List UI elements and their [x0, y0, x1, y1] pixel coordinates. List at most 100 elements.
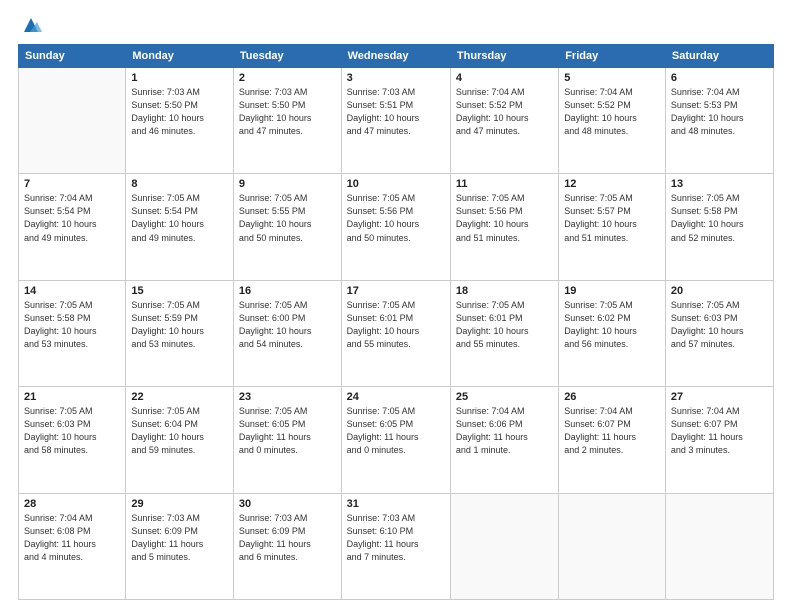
calendar-cell: 18 Sunrise: 7:05 AM Sunset: 6:01 PM Dayli… — [450, 280, 558, 386]
day-info: Sunrise: 7:05 AM Sunset: 5:54 PM Dayligh… — [131, 192, 228, 244]
day-number: 31 — [347, 498, 445, 510]
day-info: Sunrise: 7:05 AM Sunset: 6:03 PM Dayligh… — [24, 405, 120, 457]
day-number: 13 — [671, 178, 768, 190]
day-number: 1 — [131, 72, 228, 84]
day-number: 15 — [131, 285, 228, 297]
day-info: Sunrise: 7:05 AM Sunset: 5:58 PM Dayligh… — [24, 299, 120, 351]
calendar-cell: 23Sunrise: 7:05 AM Sunset: 6:05 PM Dayli… — [233, 387, 341, 493]
day-info: Sunrise: 7:03 AM Sunset: 6:09 PM Dayligh… — [239, 512, 336, 564]
header — [18, 18, 774, 36]
day-number: 28 — [24, 498, 120, 510]
calendar-week-row: 28 Sunrise: 7:04 AM Sunset: 6:08 PM Dayli… — [19, 493, 774, 599]
day-of-week-header: Tuesday — [233, 45, 341, 68]
calendar-cell: 6Sunrise: 7:04 AM Sunset: 5:53 PM Daylig… — [665, 68, 773, 174]
calendar-cell: 29Sunrise: 7:03 AM Sunset: 6:09 PM Dayli… — [126, 493, 234, 599]
day-number: 25 — [456, 391, 553, 403]
day-number: 27 — [671, 391, 768, 403]
calendar-cell: 12Sunrise: 7:05 AM Sunset: 5:57 PM Dayli… — [559, 174, 666, 280]
day-info: Sunrise: 7:05 AM Sunset: 5:56 PM Dayligh… — [456, 192, 553, 244]
day-info: Sunrise: 7:04 AM Sunset: 6:08 PM Dayligh… — [24, 512, 120, 564]
calendar-cell: 26Sunrise: 7:04 AM Sunset: 6:07 PM Dayli… — [559, 387, 666, 493]
calendar-cell: 10 Sunrise: 7:05 AM Sunset: 5:56 PM Dayli… — [341, 174, 450, 280]
calendar-cell: 14 Sunrise: 7:05 AM Sunset: 5:58 PM Dayli… — [19, 280, 126, 386]
day-info: Sunrise: 7:04 AM Sunset: 6:07 PM Dayligh… — [671, 405, 768, 457]
calendar-cell: 9 Sunrise: 7:05 AM Sunset: 5:55 PM Daylig… — [233, 174, 341, 280]
day-info: Sunrise: 7:03 AM Sunset: 5:51 PM Dayligh… — [347, 86, 445, 138]
day-number: 18 — [456, 285, 553, 297]
day-info: Sunrise: 7:03 AM Sunset: 6:09 PM Dayligh… — [131, 512, 228, 564]
day-info: Sunrise: 7:04 AM Sunset: 5:52 PM Dayligh… — [564, 86, 660, 138]
day-number: 8 — [131, 178, 228, 190]
day-number: 30 — [239, 498, 336, 510]
day-number: 24 — [347, 391, 445, 403]
day-info: Sunrise: 7:05 AM Sunset: 6:03 PM Dayligh… — [671, 299, 768, 351]
day-info: Sunrise: 7:05 AM Sunset: 5:55 PM Dayligh… — [239, 192, 336, 244]
day-info: Sunrise: 7:03 AM Sunset: 5:50 PM Dayligh… — [131, 86, 228, 138]
day-info: Sunrise: 7:05 AM Sunset: 6:01 PM Dayligh… — [456, 299, 553, 351]
calendar-cell: 17 Sunrise: 7:05 AM Sunset: 6:01 PM Dayli… — [341, 280, 450, 386]
day-number: 26 — [564, 391, 660, 403]
calendar-cell: 11Sunrise: 7:05 AM Sunset: 5:56 PM Dayli… — [450, 174, 558, 280]
calendar-table: SundayMondayTuesdayWednesdayThursdayFrid… — [18, 44, 774, 600]
calendar-week-row: 1 Sunrise: 7:03 AM Sunset: 5:50 PM Daylig… — [19, 68, 774, 174]
day-number: 21 — [24, 391, 120, 403]
day-info: Sunrise: 7:05 AM Sunset: 5:57 PM Dayligh… — [564, 192, 660, 244]
calendar-week-row: 14 Sunrise: 7:05 AM Sunset: 5:58 PM Dayli… — [19, 280, 774, 386]
day-info: Sunrise: 7:05 AM Sunset: 6:05 PM Dayligh… — [347, 405, 445, 457]
calendar-cell: 1 Sunrise: 7:03 AM Sunset: 5:50 PM Daylig… — [126, 68, 234, 174]
day-number: 19 — [564, 285, 660, 297]
calendar-cell: 15 Sunrise: 7:05 AM Sunset: 5:59 PM Dayli… — [126, 280, 234, 386]
calendar-cell: 16Sunrise: 7:05 AM Sunset: 6:00 PM Dayli… — [233, 280, 341, 386]
day-of-week-header: Sunday — [19, 45, 126, 68]
calendar-body: 1 Sunrise: 7:03 AM Sunset: 5:50 PM Daylig… — [19, 68, 774, 600]
calendar-cell: 22Sunrise: 7:05 AM Sunset: 6:04 PM Dayli… — [126, 387, 234, 493]
day-number: 16 — [239, 285, 336, 297]
calendar-cell — [19, 68, 126, 174]
calendar-cell: 4 Sunrise: 7:04 AM Sunset: 5:52 PM Daylig… — [450, 68, 558, 174]
calendar-header: SundayMondayTuesdayWednesdayThursdayFrid… — [19, 45, 774, 68]
calendar-cell: 13 Sunrise: 7:05 AM Sunset: 5:58 PM Dayli… — [665, 174, 773, 280]
day-info: Sunrise: 7:05 AM Sunset: 5:58 PM Dayligh… — [671, 192, 768, 244]
day-number: 20 — [671, 285, 768, 297]
calendar-cell: 30 Sunrise: 7:03 AM Sunset: 6:09 PM Dayli… — [233, 493, 341, 599]
day-of-week-header: Saturday — [665, 45, 773, 68]
calendar-cell: 24 Sunrise: 7:05 AM Sunset: 6:05 PM Dayli… — [341, 387, 450, 493]
day-number: 4 — [456, 72, 553, 84]
calendar-cell: 28 Sunrise: 7:04 AM Sunset: 6:08 PM Dayli… — [19, 493, 126, 599]
day-of-week-header: Thursday — [450, 45, 558, 68]
day-info: Sunrise: 7:03 AM Sunset: 5:50 PM Dayligh… — [239, 86, 336, 138]
day-info: Sunrise: 7:05 AM Sunset: 6:04 PM Dayligh… — [131, 405, 228, 457]
calendar-cell: 27 Sunrise: 7:04 AM Sunset: 6:07 PM Dayli… — [665, 387, 773, 493]
calendar-cell — [665, 493, 773, 599]
day-number: 2 — [239, 72, 336, 84]
calendar-cell: 21 Sunrise: 7:05 AM Sunset: 6:03 PM Dayli… — [19, 387, 126, 493]
calendar-cell: 19 Sunrise: 7:05 AM Sunset: 6:02 PM Dayli… — [559, 280, 666, 386]
day-info: Sunrise: 7:04 AM Sunset: 6:06 PM Dayligh… — [456, 405, 553, 457]
day-info: Sunrise: 7:05 AM Sunset: 5:56 PM Dayligh… — [347, 192, 445, 244]
day-number: 10 — [347, 178, 445, 190]
calendar-cell: 25 Sunrise: 7:04 AM Sunset: 6:06 PM Dayli… — [450, 387, 558, 493]
page: SundayMondayTuesdayWednesdayThursdayFrid… — [0, 0, 792, 612]
calendar-cell: 5Sunrise: 7:04 AM Sunset: 5:52 PM Daylig… — [559, 68, 666, 174]
calendar-cell: 31 Sunrise: 7:03 AM Sunset: 6:10 PM Dayli… — [341, 493, 450, 599]
day-info: Sunrise: 7:04 AM Sunset: 5:52 PM Dayligh… — [456, 86, 553, 138]
calendar-cell: 8 Sunrise: 7:05 AM Sunset: 5:54 PM Daylig… — [126, 174, 234, 280]
day-info: Sunrise: 7:03 AM Sunset: 6:10 PM Dayligh… — [347, 512, 445, 564]
day-number: 9 — [239, 178, 336, 190]
logo-icon — [20, 14, 42, 36]
calendar-cell — [559, 493, 666, 599]
day-number: 3 — [347, 72, 445, 84]
day-number: 14 — [24, 285, 120, 297]
day-info: Sunrise: 7:04 AM Sunset: 5:53 PM Dayligh… — [671, 86, 768, 138]
calendar-week-row: 7Sunrise: 7:04 AM Sunset: 5:54 PM Daylig… — [19, 174, 774, 280]
day-of-week-header: Wednesday — [341, 45, 450, 68]
day-number: 17 — [347, 285, 445, 297]
calendar-cell: 20 Sunrise: 7:05 AM Sunset: 6:03 PM Dayli… — [665, 280, 773, 386]
day-of-week-header: Friday — [559, 45, 666, 68]
calendar-cell: 2 Sunrise: 7:03 AM Sunset: 5:50 PM Daylig… — [233, 68, 341, 174]
day-info: Sunrise: 7:05 AM Sunset: 6:01 PM Dayligh… — [347, 299, 445, 351]
day-info: Sunrise: 7:05 AM Sunset: 6:02 PM Dayligh… — [564, 299, 660, 351]
day-info: Sunrise: 7:05 AM Sunset: 6:05 PM Dayligh… — [239, 405, 336, 457]
calendar-cell: 7Sunrise: 7:04 AM Sunset: 5:54 PM Daylig… — [19, 174, 126, 280]
day-info: Sunrise: 7:05 AM Sunset: 5:59 PM Dayligh… — [131, 299, 228, 351]
